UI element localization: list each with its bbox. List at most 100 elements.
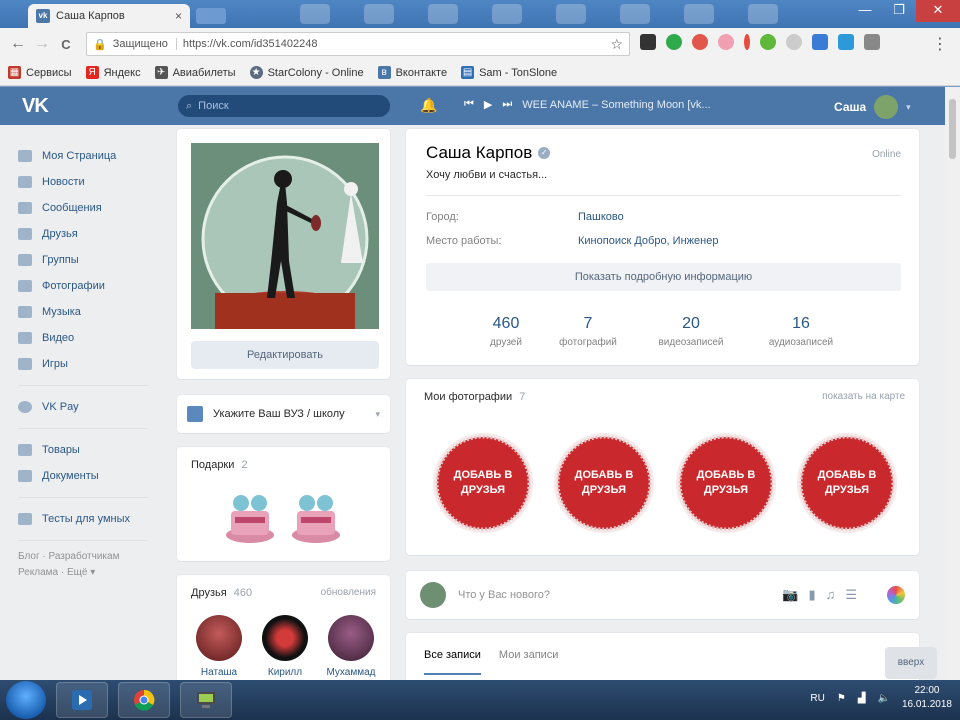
counter-audios[interactable]: 16 аудиозаписей [756, 315, 846, 348]
user-menu[interactable]: Саша ▾ [834, 95, 911, 119]
chrome-taskbar-button[interactable] [118, 682, 170, 718]
monitor-taskbar-button[interactable] [180, 682, 232, 718]
nav-item-tests[interactable]: Тесты для умных [18, 506, 168, 532]
nav-item-games[interactable]: Игры [18, 351, 168, 377]
back-button[interactable]: ← [6, 35, 30, 53]
track-title[interactable]: WEE ANAME – Something Moon [vk... [522, 99, 710, 111]
photo-thumbnail[interactable]: ДОБАВЬ В ДРУЗЬЯ [674, 431, 778, 535]
nav-footer-links[interactable]: Блог · Разработчикам Реклама · Ещё ▾ [18, 549, 148, 581]
friend-tile[interactable]: Мухаммад [323, 615, 379, 678]
extension-icon[interactable] [692, 34, 708, 50]
edit-profile-button[interactable]: Редактировать [191, 341, 379, 369]
flag-icon[interactable]: ⚑ [837, 693, 846, 704]
extension-icon[interactable] [744, 34, 750, 50]
gift-sticker[interactable] [287, 489, 345, 547]
friends-title-row[interactable]: Друзья 460 обновления [177, 575, 390, 599]
profile-photo[interactable] [191, 143, 379, 329]
next-track-icon[interactable]: ⏭ [502, 98, 512, 111]
photos-title-row[interactable]: Мои фотографии 7 показать на карте [406, 379, 919, 403]
maximize-button[interactable]: ❐ [882, 0, 916, 22]
photo-thumbnail[interactable]: ДОБАВЬ В ДРУЗЬЯ [552, 431, 656, 535]
page-scrollbar[interactable] [945, 87, 960, 680]
start-button[interactable] [6, 681, 46, 719]
page-icon: ▤ [461, 66, 475, 79]
nav-item-documents[interactable]: Документы [18, 463, 168, 489]
vk-logo[interactable]: VK [22, 95, 49, 118]
play-icon[interactable]: ▶ [484, 98, 492, 111]
stories-icon[interactable] [887, 586, 905, 604]
home-icon [18, 150, 32, 162]
tab-my-posts[interactable]: Мои записи [499, 649, 559, 661]
nav-item-video[interactable]: Видео [18, 325, 168, 351]
nav-item-news[interactable]: Новости [18, 169, 168, 195]
camera-icon[interactable]: 📷 [782, 587, 798, 603]
bookmark-item[interactable]: ▤ Sam - TonSlone [461, 66, 557, 79]
composer-input[interactable]: Что у Вас нового? [458, 589, 770, 601]
scrollbar-thumb[interactable] [949, 99, 956, 159]
counter-videos[interactable]: 20 видеозаписей [646, 315, 736, 348]
video-attach-icon[interactable]: ▮ [808, 587, 815, 603]
nav-item-friends[interactable]: Друзья [18, 221, 168, 247]
nav-item-groups[interactable]: Группы [18, 247, 168, 273]
more-attach-icon[interactable]: ☰ [845, 587, 857, 603]
friends-updates-link[interactable]: обновления [321, 587, 376, 598]
nav-item-vk-pay[interactable]: VK Pay [18, 394, 168, 420]
minimize-button[interactable]: — [848, 0, 882, 22]
bookmark-item[interactable]: в Вконтакте [377, 66, 447, 79]
network-icon[interactable]: ▟ [858, 693, 866, 704]
browser-tab[interactable]: vk Саша Карпов × [28, 4, 190, 28]
work-value[interactable]: Кинопоиск Добро, Инженер [578, 235, 718, 247]
new-tab-button[interactable] [196, 8, 226, 24]
friend-tile[interactable]: Наташа [191, 615, 247, 678]
previous-track-icon[interactable]: ⏮ [464, 98, 474, 111]
tab-all-posts[interactable]: Все записи [424, 635, 481, 675]
close-window-button[interactable]: ✕ [916, 0, 960, 22]
extension-icon[interactable] [838, 34, 854, 50]
language-indicator[interactable]: RU [810, 693, 824, 704]
nav-item-goods[interactable]: Товары [18, 437, 168, 463]
clock[interactable]: 22:00 16.01.2018 [902, 684, 952, 712]
nav-item-music[interactable]: Музыка [18, 299, 168, 325]
city-value[interactable]: Пашково [578, 211, 624, 223]
bookmark-item[interactable]: ★ StarColony - Online [249, 66, 364, 79]
browser-menu-icon[interactable]: ⋮ [932, 34, 948, 54]
music-note-icon[interactable]: ♫ [826, 587, 836, 603]
show-more-info-button[interactable]: Показать подробную информацию [426, 263, 901, 291]
photos-map-link[interactable]: показать на карте [822, 391, 905, 402]
volume-icon[interactable]: 🔈 [877, 693, 889, 704]
media-player-taskbar-button[interactable] [56, 682, 108, 718]
bookmark-item[interactable]: ✈ Авиабилеты [154, 66, 236, 79]
bookmark-item[interactable]: Я Яндекс [85, 66, 141, 79]
photo-thumbnail[interactable]: ДОБАВЬ В ДРУЗЬЯ [795, 431, 899, 535]
bookmark-star-icon[interactable]: ☆ [610, 36, 623, 53]
counter-friends[interactable]: 460 друзей [461, 315, 551, 348]
address-bar[interactable]: 🔒 Защищено https://vk.com/id351402248 ☆ [86, 32, 630, 56]
school-card[interactable]: Укажите Ваш ВУЗ / школу ▾ [177, 395, 390, 433]
extension-icon[interactable] [666, 34, 682, 50]
gifts-title-row[interactable]: Подарки 2 [177, 447, 390, 471]
bookmark-item[interactable]: ▦ Сервисы [8, 66, 72, 79]
notifications-bell-icon[interactable]: 🔔 [420, 97, 437, 114]
counter-photos[interactable]: 7 фотографий [543, 315, 633, 348]
forward-button[interactable]: → [30, 35, 54, 53]
photos-card: Мои фотографии 7 показать на карте ДОБАВ… [406, 379, 919, 555]
friend-tile[interactable]: Кирилл [257, 615, 313, 678]
gift-sticker[interactable] [221, 489, 279, 547]
extension-icon[interactable] [786, 34, 802, 50]
tab-close-icon[interactable]: × [175, 9, 182, 23]
nav-item-messages[interactable]: Сообщения [18, 195, 168, 221]
profile-status[interactable]: Хочу любви и счастья... [426, 169, 547, 181]
reload-button[interactable]: C [54, 37, 78, 52]
apps-grid-icon: ▦ [8, 66, 21, 79]
nav-item-my-page[interactable]: Моя Страница [18, 143, 168, 169]
search-input[interactable]: ⌕ Поиск [178, 95, 390, 117]
extension-icon[interactable] [640, 34, 656, 50]
cart-icon[interactable] [864, 34, 880, 50]
extension-icon[interactable] [812, 34, 828, 50]
photo-thumbnail[interactable]: ДОБАВЬ В ДРУЗЬЯ [431, 431, 535, 535]
extension-icon[interactable] [718, 34, 734, 50]
scroll-up-button[interactable]: вверх [885, 647, 937, 679]
url-text[interactable]: https://vk.com/id351402248 [183, 38, 605, 50]
nav-item-photos[interactable]: Фотографии [18, 273, 168, 299]
extension-icon[interactable] [760, 34, 776, 50]
